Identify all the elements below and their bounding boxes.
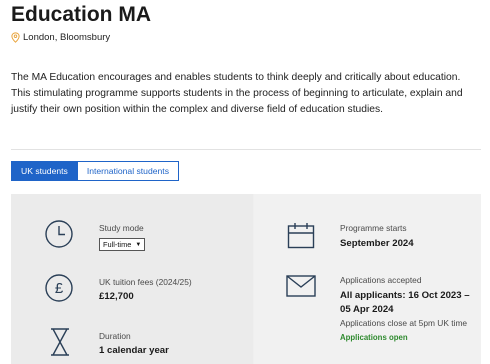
location-text: London, Bloomsbury bbox=[23, 32, 111, 43]
fees-value: £12,700 bbox=[99, 291, 134, 302]
duration-label: Duration bbox=[99, 331, 131, 341]
key-information-panel: Study mode Full-time ▼ £ UK tuition fees… bbox=[11, 194, 481, 364]
page-title: Education MA bbox=[11, 3, 151, 26]
study-mode-select[interactable]: Full-time ▼ bbox=[99, 238, 146, 251]
study-mode-label: Study mode bbox=[99, 223, 144, 233]
envelope-icon bbox=[286, 275, 316, 297]
chevron-down-icon: ▼ bbox=[135, 241, 142, 248]
duration-value: 1 calendar year bbox=[99, 345, 169, 356]
fees: UK tuition fees (2024/25) £12,700 bbox=[99, 276, 192, 304]
applications-dates-line1: All applicants: 16 Oct 2023 – bbox=[340, 290, 470, 301]
applications-note: Applications close at 5pm UK time bbox=[340, 318, 468, 328]
programme-starts: Programme starts September 2024 bbox=[340, 222, 414, 251]
tab-uk-students[interactable]: UK students bbox=[11, 161, 78, 181]
duration: Duration 1 calendar year bbox=[99, 330, 169, 358]
svg-text:£: £ bbox=[55, 280, 64, 297]
study-mode: Study mode Full-time ▼ bbox=[99, 222, 146, 252]
applications: Applications accepted All applicants: 16… bbox=[340, 274, 480, 344]
programme-starts-label: Programme starts bbox=[340, 223, 407, 233]
calendar-icon bbox=[287, 223, 315, 249]
programme-starts-value: September 2024 bbox=[340, 238, 414, 249]
divider bbox=[11, 149, 481, 150]
hourglass-icon bbox=[51, 328, 69, 356]
panel-left-column: Study mode Full-time ▼ £ UK tuition fees… bbox=[11, 194, 253, 364]
pound-icon: £ bbox=[45, 274, 73, 302]
study-mode-selected: Full-time bbox=[103, 240, 132, 249]
location-pin-icon bbox=[11, 32, 20, 43]
applications-status: Applications open bbox=[340, 333, 408, 342]
tab-international-students[interactable]: International students bbox=[77, 161, 179, 181]
course-description: The MA Education encourages and enables … bbox=[11, 72, 463, 115]
clock-icon bbox=[45, 220, 73, 248]
student-type-tabs: UK students International students bbox=[11, 161, 179, 181]
applications-dates-line2: 05 Apr 2024 bbox=[340, 304, 394, 315]
location: London, Bloomsbury bbox=[11, 32, 110, 43]
panel-right-column: Programme starts September 2024 Applicat… bbox=[254, 194, 481, 364]
page: Education MA London, Bloomsbury The MA E… bbox=[0, 0, 490, 364]
fees-label: UK tuition fees (2024/25) bbox=[99, 277, 192, 287]
applications-label: Applications accepted bbox=[340, 275, 422, 285]
